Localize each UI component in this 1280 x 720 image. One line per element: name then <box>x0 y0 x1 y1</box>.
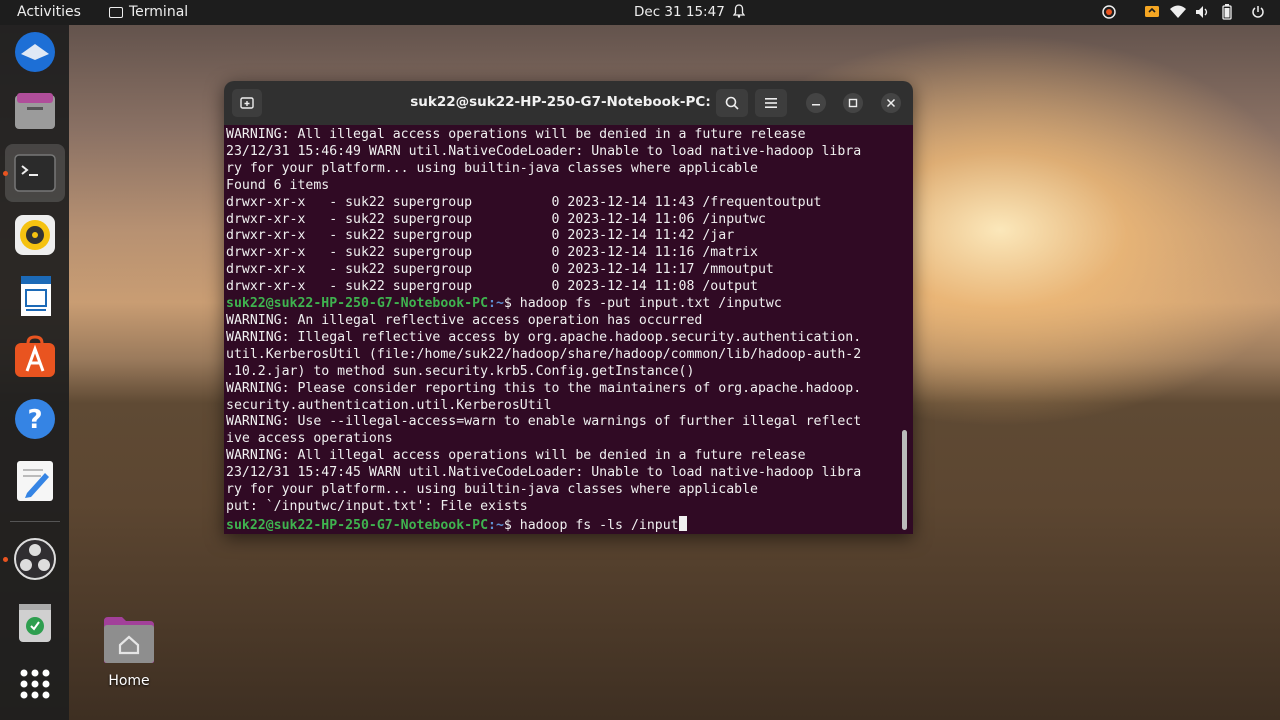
terminal-line: ry for your platform... using builtin-ja… <box>226 161 861 178</box>
terminal-line: WARNING: All illegal access operations w… <box>226 127 861 144</box>
search-button[interactable] <box>716 89 748 117</box>
terminal-line: ry for your platform... using builtin-ja… <box>226 482 861 499</box>
notification-bell-icon[interactable] <box>733 4 745 18</box>
terminal-line: WARNING: All illegal access operations w… <box>226 448 861 465</box>
show-apps-icon[interactable] <box>13 662 57 706</box>
close-icon <box>886 98 896 108</box>
search-icon <box>725 96 739 110</box>
line-text: ry for your platform... using builtin-ja… <box>226 482 758 498</box>
rhythmbox-icon[interactable] <box>13 213 57 257</box>
line-text: $ hadoop fs -ls /input <box>503 517 679 533</box>
terminal-line: drwxr-xr-x - suk22 supergroup 0 2023-12-… <box>226 228 861 245</box>
app-menu-terminal[interactable]: Terminal <box>109 4 188 20</box>
terminal-line: drwxr-xr-x - suk22 supergroup 0 2023-12-… <box>226 262 861 279</box>
line-text: 23/12/31 15:46:49 WARN util.NativeCodeLo… <box>226 143 862 159</box>
wifi-icon[interactable] <box>1170 3 1186 21</box>
line-text: WARNING: Illegal reflective access by or… <box>226 329 862 345</box>
line-text: put: `/inputwc/input.txt': File exists <box>226 498 528 514</box>
line-text: WARNING: An illegal reflective access op… <box>226 312 703 328</box>
trash-icon[interactable] <box>13 600 57 644</box>
terminal-line: WARNING: Use --illegal-access=warn to en… <box>226 414 861 431</box>
close-button[interactable] <box>881 93 901 113</box>
terminal-line: put: `/inputwc/input.txt': File exists <box>226 499 861 516</box>
running-indicator <box>3 171 8 176</box>
line-text: $ hadoop fs -put input.txt /inputwc <box>503 296 782 312</box>
dock-separator <box>10 521 60 522</box>
prompt-user-host: suk22@suk22-HP-250-G7-Notebook-PC <box>226 517 489 533</box>
prompt-user-host: suk22@suk22-HP-250-G7-Notebook-PC <box>226 296 489 312</box>
dock: ? <box>0 25 69 720</box>
terminal-line: WARNING: An illegal reflective access op… <box>226 313 861 330</box>
terminal-prompt-line: suk22@suk22-HP-250-G7-Notebook-PC:~$ had… <box>226 296 861 313</box>
screen-recording-icon[interactable] <box>1101 3 1117 21</box>
terminal-lines: WARNING: All illegal access operations w… <box>226 127 861 534</box>
line-text: ry for your platform... using builtin-ja… <box>226 160 758 176</box>
prompt-path: :~ <box>488 296 504 312</box>
terminal-line: util.KerberosUtil (file:/home/suk22/hado… <box>226 347 861 364</box>
terminal-line: .10.2.jar) to method sun.security.krb5.C… <box>226 364 861 381</box>
text-cursor <box>678 515 687 531</box>
line-text: drwxr-xr-x - suk22 supergroup 0 2023-12-… <box>226 262 774 278</box>
terminal-line: 23/12/31 15:46:49 WARN util.NativeCodeLo… <box>226 144 861 161</box>
terminal-line: drwxr-xr-x - suk22 supergroup 0 2023-12-… <box>226 195 861 212</box>
minimize-icon <box>812 104 820 106</box>
hamburger-menu-button[interactable] <box>755 89 787 117</box>
line-text: WARNING: All illegal access operations w… <box>226 127 806 142</box>
terminal-prompt-line: suk22@suk22-HP-250-G7-Notebook-PC:~$ had… <box>226 515 861 534</box>
minimize-button[interactable] <box>806 93 826 113</box>
terminal-line: WARNING: Illegal reflective access by or… <box>226 330 861 347</box>
text-editor-icon[interactable] <box>13 459 57 503</box>
terminal-line: security.authentication.util.KerberosUti… <box>226 398 861 415</box>
svg-text:?: ? <box>27 405 42 435</box>
line-text: WARNING: Please consider reporting this … <box>226 380 862 396</box>
files-icon[interactable] <box>13 89 57 133</box>
help-icon[interactable]: ? <box>13 397 57 441</box>
cast-icon[interactable] <box>1144 3 1160 21</box>
app-menu-label: Terminal <box>129 4 189 20</box>
hamburger-menu-icon <box>765 98 777 108</box>
maximize-button[interactable] <box>843 93 863 113</box>
home-folder-icon[interactable] <box>102 615 156 665</box>
line-text: Found 6 items <box>226 177 330 193</box>
terminal-scrollbar[interactable] <box>902 430 907 530</box>
libreoffice-writer-icon[interactable] <box>13 274 57 318</box>
line-text: WARNING: Use --illegal-access=warn to en… <box>226 414 862 430</box>
line-text: drwxr-xr-x - suk22 supergroup 0 2023-12-… <box>226 194 822 210</box>
line-text: 23/12/31 15:47:45 WARN util.NativeCodeLo… <box>226 465 862 481</box>
terminal-line: drwxr-xr-x - suk22 supergroup 0 2023-12-… <box>226 212 861 229</box>
line-text: WARNING: All illegal access operations w… <box>226 448 806 464</box>
terminal-line: WARNING: Please consider reporting this … <box>226 381 861 398</box>
terminal-line: ive access operations <box>226 431 861 448</box>
terminal-app-icon <box>109 6 123 18</box>
volume-icon[interactable] <box>1195 3 1211 21</box>
running-indicator <box>3 557 8 562</box>
line-text: security.authentication.util.KerberosUti… <box>226 397 552 413</box>
line-text: drwxr-xr-x - suk22 supergroup 0 2023-12-… <box>226 211 766 227</box>
power-menu-icon[interactable] <box>1251 3 1265 21</box>
line-text: drwxr-xr-x - suk22 supergroup 0 2023-12-… <box>226 245 758 261</box>
line-text: drwxr-xr-x - suk22 supergroup 0 2023-12-… <box>226 279 758 295</box>
obs-studio-icon[interactable] <box>13 537 57 581</box>
line-text: util.KerberosUtil (file:/home/suk22/hado… <box>226 346 862 362</box>
line-text: .10.2.jar) to method sun.security.krb5.C… <box>226 363 695 379</box>
terminal-window[interactable]: suk22@suk22-HP-250-G7-Notebook-PC: ~ WAR… <box>224 81 913 534</box>
prompt-path: :~ <box>488 517 504 533</box>
line-text: drwxr-xr-x - suk22 supergroup 0 2023-12-… <box>226 228 735 244</box>
clock[interactable]: Dec 31 15:47 <box>634 4 725 20</box>
thunderbird-icon[interactable] <box>13 30 57 74</box>
line-text: ive access operations <box>226 431 393 447</box>
terminal-line: Found 6 items <box>226 178 861 195</box>
terminal-output[interactable]: WARNING: All illegal access operations w… <box>224 125 913 534</box>
terminal-line: 23/12/31 15:47:45 WARN util.NativeCodeLo… <box>226 465 861 482</box>
app-center-icon[interactable] <box>13 335 57 379</box>
terminal-titlebar[interactable]: suk22@suk22-HP-250-G7-Notebook-PC: ~ <box>224 81 913 125</box>
maximize-icon <box>848 98 858 108</box>
top-bar: Activities Terminal Dec 31 15:47 <box>0 0 1280 25</box>
home-folder-label[interactable]: Home <box>100 673 158 689</box>
battery-icon[interactable] <box>1222 3 1232 21</box>
activities-button[interactable]: Activities <box>17 4 81 20</box>
terminal-line: drwxr-xr-x - suk22 supergroup 0 2023-12-… <box>226 245 861 262</box>
terminal-dock-icon[interactable] <box>5 144 65 202</box>
terminal-line: drwxr-xr-x - suk22 supergroup 0 2023-12-… <box>226 279 861 296</box>
